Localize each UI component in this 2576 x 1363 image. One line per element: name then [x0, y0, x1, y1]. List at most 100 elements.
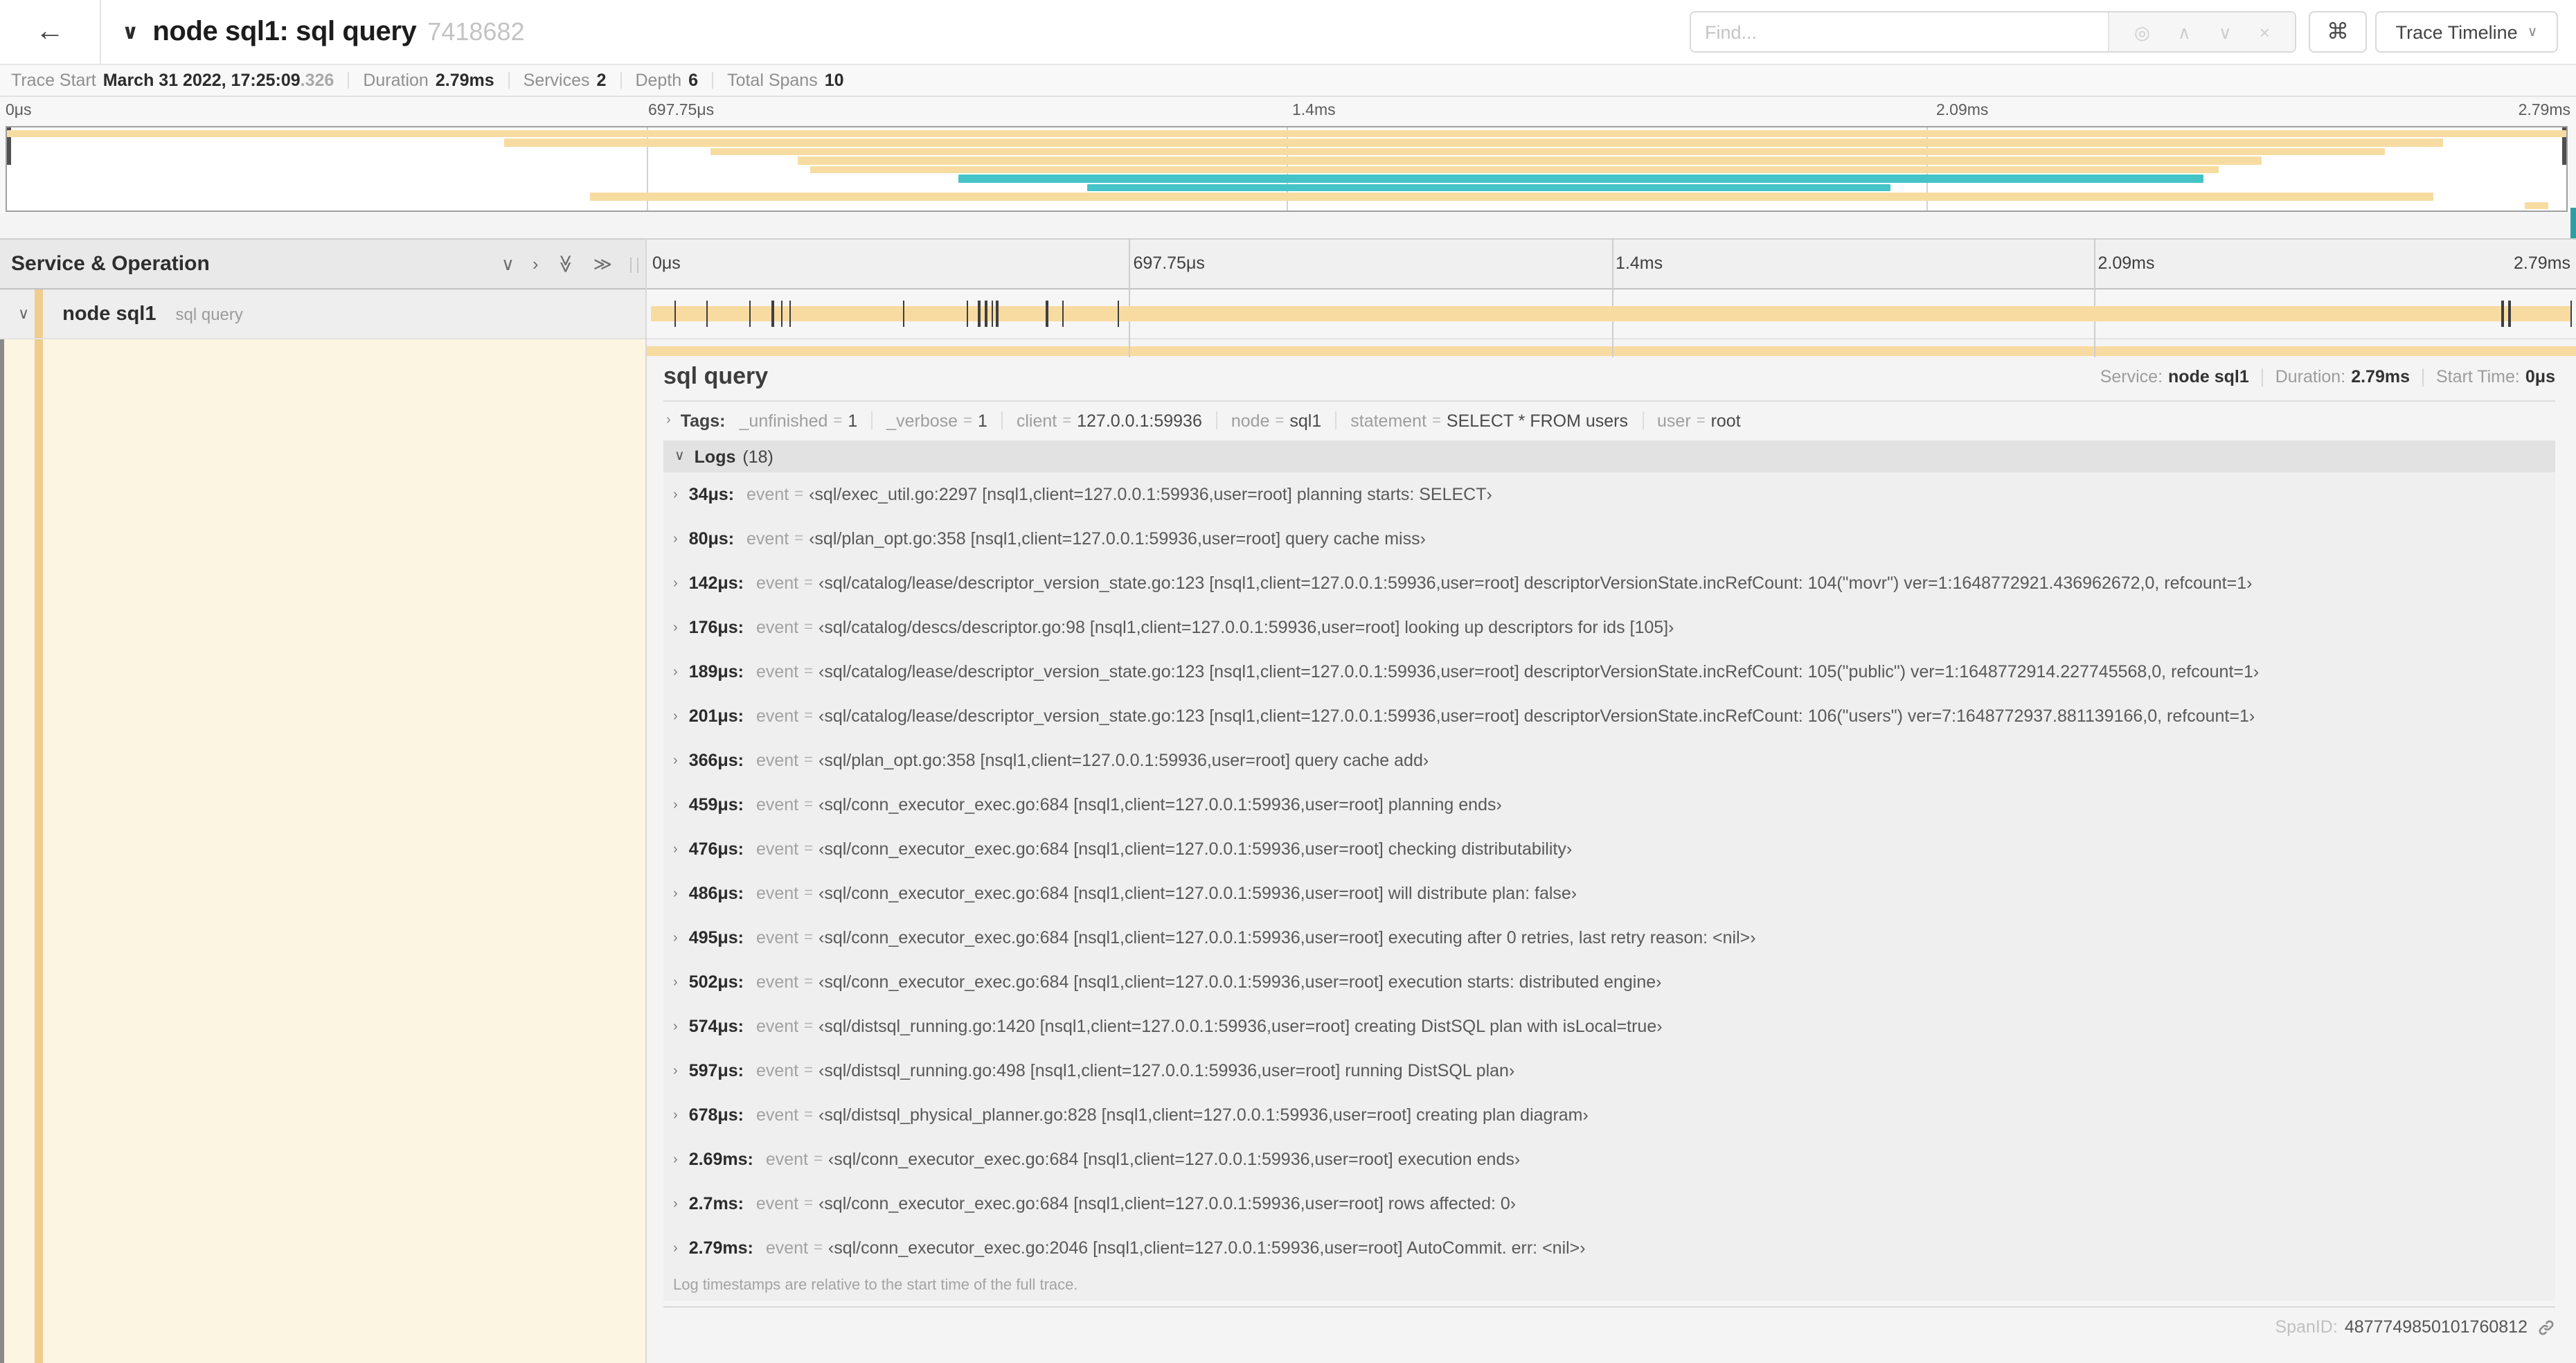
log-equals: = [804, 663, 813, 680]
log-entry[interactable]: › 486μs: event = ‹sql/conn_executor_exec.go:… [663, 871, 2555, 916]
minimap-span [1086, 184, 1891, 192]
log-field-key: event [755, 1105, 799, 1125]
log-entry[interactable]: › 34μs: event = ‹sql/exec_util.go:2297 [nsql… [663, 472, 2555, 517]
view-selector-button[interactable]: Trace Timeline ∨ [2375, 11, 2558, 53]
log-equals: = [804, 796, 813, 813]
log-expand-icon[interactable]: › [673, 487, 678, 502]
meta-value: 0μs [2525, 367, 2555, 386]
collapse-one-icon[interactable]: ∨ [501, 255, 515, 273]
log-timestamp: 678μs: [688, 1105, 744, 1125]
log-field-value: ‹sql/catalog/descs/descriptor.go:98 [nsq… [819, 618, 1674, 637]
log-marker [789, 301, 791, 327]
view-selector-label: Trace Timeline [2395, 21, 2518, 42]
log-expand-icon[interactable]: › [673, 576, 678, 591]
scrollbar-thumb[interactable] [2570, 208, 2576, 238]
log-expand-icon[interactable]: › [673, 1107, 678, 1123]
log-entry[interactable]: › 502μs: event = ‹sql/conn_executor_exec.go:… [663, 960, 2555, 1004]
next-result-icon[interactable]: ∨ [2219, 23, 2232, 41]
log-expand-icon[interactable]: › [673, 974, 678, 990]
span-row-timeline-cell[interactable] [647, 289, 2576, 338]
log-equals: = [814, 1151, 823, 1168]
minimap-canvas[interactable] [6, 126, 2568, 212]
logs-header[interactable]: ∨ Logs (18) [663, 440, 2555, 472]
log-entry[interactable]: › 2.79ms: event = ‹sql/conn_executor_exec.go… [663, 1226, 2555, 1270]
back-button[interactable]: ← [0, 0, 101, 64]
log-entry[interactable]: › 366μs: event = ‹sql/plan_opt.go:358 [nsql1… [663, 738, 2555, 783]
log-expand-icon[interactable]: › [673, 1240, 678, 1256]
tags-row[interactable]: › Tags: _unfinished = 1 _verbose = 1 client = 12… [663, 404, 2555, 436]
log-expand-icon[interactable]: › [673, 1063, 678, 1078]
column-resizer-grip[interactable] [630, 258, 638, 273]
log-entry[interactable]: › 176μs: event = ‹sql/catalog/descs/descript… [663, 605, 2555, 650]
log-entry[interactable]: › 2.7ms: event = ‹sql/conn_executor_exec.go:… [663, 1182, 2555, 1226]
log-expand-icon[interactable]: › [673, 1019, 678, 1034]
logs-title: Logs [694, 447, 736, 466]
span-id-value: 4877749850101760812 [2344, 1317, 2528, 1337]
find-input[interactable] [1691, 12, 2108, 51]
log-marker [2501, 301, 2504, 327]
separator [1642, 411, 1644, 429]
log-field-value: ‹sql/conn_executor_exec.go:684 [nsql1,cl… [819, 839, 1573, 859]
detail-meta: Service: node sql1 Duration: 2.79ms Start Ti… [2100, 367, 2555, 386]
log-equals: = [804, 1107, 813, 1123]
span-collapse-icon[interactable]: ∨ [18, 305, 29, 323]
separator [620, 72, 622, 89]
log-expand-icon[interactable]: › [673, 930, 678, 945]
axis-tick-label: 0μs [6, 103, 32, 119]
log-expand-icon[interactable]: › [673, 753, 678, 768]
keyboard-shortcuts-button[interactable]: ⌘ [2309, 11, 2367, 53]
axis-tick-label: 697.75μs [648, 103, 715, 119]
log-expand-icon[interactable]: › [673, 1196, 678, 1211]
log-timestamp: 574μs: [688, 1017, 744, 1036]
log-expand-icon[interactable]: › [673, 797, 678, 812]
expand-all-icon[interactable]: ≫ [593, 255, 612, 273]
expand-one-icon[interactable]: › [533, 255, 539, 273]
log-field-value: ‹sql/distsql_running.go:1420 [nsql1,clie… [819, 1017, 1663, 1036]
log-entry[interactable]: › 189μs: event = ‹sql/catalog/lease/descript… [663, 650, 2555, 694]
tag-item: _verbose = 1 [886, 411, 987, 430]
command-icon: ⌘ [2327, 21, 2349, 44]
separator [2261, 368, 2263, 386]
deep-link-icon[interactable] [2537, 1318, 2555, 1336]
log-expand-icon[interactable]: › [673, 664, 678, 679]
log-entry[interactable]: › 459μs: event = ‹sql/conn_executor_exec.go:… [663, 783, 2555, 827]
log-expand-icon[interactable]: › [673, 620, 678, 635]
locate-icon[interactable]: ◎ [2134, 23, 2150, 41]
log-entry[interactable]: › 142μs: event = ‹sql/catalog/lease/descript… [663, 561, 2555, 605]
meta-label: Service: [2100, 367, 2163, 386]
log-field-key: event [755, 706, 799, 726]
log-expand-icon[interactable]: › [673, 1152, 678, 1167]
clear-search-icon[interactable]: × [2260, 23, 2270, 41]
log-entry[interactable]: › 80μs: event = ‹sql/plan_opt.go:358 [nsql1,… [663, 517, 2555, 561]
column-divider[interactable] [645, 238, 647, 1363]
meta-value: node sql1 [2168, 367, 2249, 386]
span-row[interactable]: ∨ node sql1 sql query [0, 289, 2576, 339]
log-entry[interactable]: › 201μs: event = ‹sql/catalog/lease/descript… [663, 694, 2555, 738]
span-row-name-cell[interactable]: ∨ node sql1 sql query [0, 289, 647, 338]
log-entry[interactable]: › 597μs: event = ‹sql/distsql_running.go:498… [663, 1049, 2555, 1093]
log-entry[interactable]: › 2.69ms: event = ‹sql/conn_executor_exec.go… [663, 1137, 2555, 1182]
log-expand-icon[interactable]: › [673, 709, 678, 724]
log-entry[interactable]: › 476μs: event = ‹sql/conn_executor_exec.go:… [663, 827, 2555, 871]
log-marker [771, 301, 774, 327]
collapse-trace-icon[interactable]: ∨ [122, 19, 138, 44]
tags-expand-icon[interactable]: › [666, 413, 671, 428]
log-entry[interactable]: › 574μs: event = ‹sql/distsql_running.go:142… [663, 1004, 2555, 1049]
log-entry[interactable]: › 678μs: event = ‹sql/distsql_physical_plann… [663, 1093, 2555, 1137]
log-expand-icon[interactable]: › [673, 886, 678, 901]
log-field-key: event [755, 839, 799, 859]
trace-id: 7418682 [427, 17, 525, 45]
minimap-span [2525, 202, 2549, 209]
log-expand-icon[interactable]: › [673, 531, 678, 546]
log-expand-icon[interactable]: › [673, 841, 678, 857]
title-wrap: ∨ node sql1: sql query 7418682 [122, 0, 525, 64]
log-entry[interactable]: › 495μs: event = ‹sql/conn_executor_exec.go:… [663, 916, 2555, 960]
list-scrollbar[interactable] [0, 339, 3, 1363]
logs-list: › 34μs: event = ‹sql/exec_util.go:2297 [nsql… [663, 472, 2555, 1270]
log-field-key: event [755, 1017, 799, 1036]
collapse-all-icon[interactable]: ≫ [555, 254, 576, 273]
prev-result-icon[interactable]: ∧ [2178, 23, 2191, 41]
logs-collapse-icon[interactable]: ∨ [674, 449, 685, 464]
span-duration-bar[interactable] [651, 306, 2570, 321]
log-marker [674, 301, 677, 327]
